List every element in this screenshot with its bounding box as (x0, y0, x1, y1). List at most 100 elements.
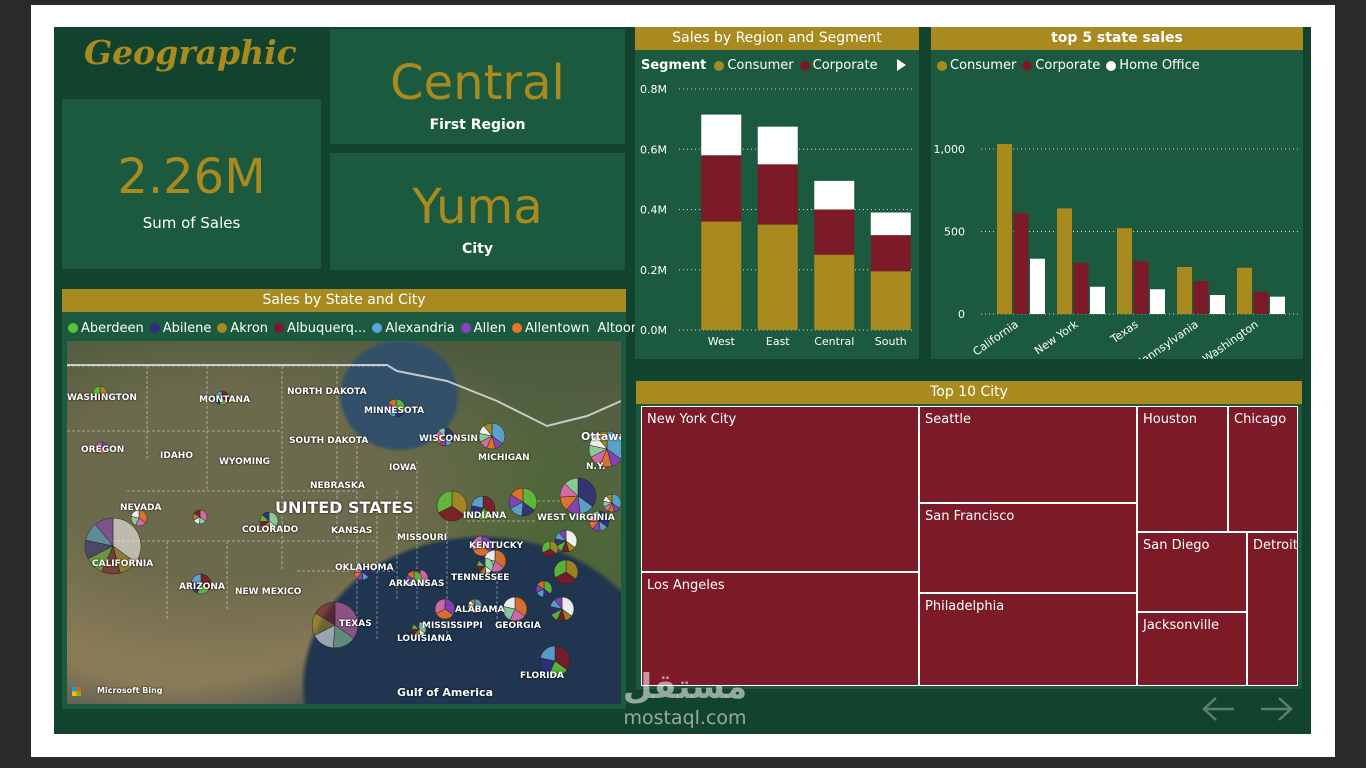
kpi-city-card[interactable]: Yuma City (330, 153, 625, 270)
bar-home-office (1210, 295, 1225, 314)
treemap-area: New York City Los Angeles Seattle San Franc… (641, 406, 1298, 686)
treemap-cell[interactable]: Seattle (919, 406, 1137, 503)
x-tick-label: New York (1032, 317, 1081, 357)
legend-dot-corporate (799, 60, 810, 71)
x-tick-label: Pennsylvania (1134, 318, 1201, 359)
watermark-arabic: مستقل (622, 667, 748, 707)
map-place-label: WYOMING (219, 457, 270, 467)
map-place-label: SOUTH DAKOTA (289, 436, 369, 446)
treemap-cell[interactable]: Jacksonville (1137, 612, 1247, 686)
treemap-cell[interactable]: Chicago (1228, 406, 1298, 532)
bar-consumer (1117, 228, 1132, 314)
map-place-label: IOWA (389, 463, 417, 473)
report-canvas: Geographic 2.26M Sum of Sales Central Fi… (54, 27, 1311, 734)
map-place-label: MICHIGAN (478, 453, 530, 463)
region-chart-title: Sales by Region and Segment (635, 27, 919, 50)
map-legend-dot (217, 323, 228, 333)
treemap-cell[interactable]: Philadelphia (919, 593, 1137, 686)
title-card: Geographic (54, 27, 326, 97)
map-place-label: MISSOURI (397, 533, 448, 543)
bar-home-office (1150, 289, 1165, 314)
bar-corporate (814, 209, 855, 255)
map-legend-dot (149, 323, 160, 333)
legend-dot-consumer (714, 60, 725, 71)
bar-corporate (701, 155, 742, 222)
map-place-label: LOUISIANA (397, 634, 453, 644)
bar-corporate (870, 235, 911, 272)
map-place-label: TEXAS (339, 619, 372, 629)
kpi-sales-card[interactable]: 2.26M Sum of Sales (62, 99, 321, 269)
top-city-treemap-panel[interactable]: Top 10 City New York City Los Angeles Seat… (636, 381, 1302, 689)
map-panel[interactable]: Sales by State and City Aberdeen Abilene A… (62, 289, 663, 709)
bar-home-office (1270, 296, 1285, 314)
map-legend-label: Allentown (525, 320, 590, 336)
y-tick-label: 0.4M (640, 204, 667, 217)
kpi-region-card[interactable]: Central First Region (330, 29, 625, 144)
region-legend-next-arrow-icon[interactable] (897, 59, 906, 71)
bar-consumer (870, 271, 911, 330)
states-chart-title: top 5 state sales (931, 27, 1303, 50)
y-tick-label: 0 (958, 308, 965, 321)
legend-label-consumer: Consumer (727, 58, 794, 73)
map-place-label: CALIFORNIA (92, 559, 154, 569)
treemap-cell[interactable]: Detroit (1247, 532, 1298, 686)
bar-home-office (814, 180, 855, 210)
map-place-label: NORTH DAKOTA (287, 387, 367, 397)
legend-dot-corporate (1022, 60, 1033, 71)
bing-logo: Microsoft Bing (97, 686, 163, 695)
legend-title: Segment (641, 58, 707, 73)
arrow-left-icon[interactable] (1202, 696, 1236, 722)
x-tick-label: South (875, 335, 907, 348)
map-place-label: MONTANA (199, 395, 251, 405)
map-place-label: NEVADA (120, 503, 162, 513)
map-place-label: ARIZONA (179, 582, 225, 592)
map-place-label: UNITED STATES (275, 498, 414, 517)
map-legend-label: Aberdeen (81, 320, 144, 336)
treemap-cell[interactable]: San Francisco (919, 503, 1137, 593)
map-legend-dot (68, 323, 78, 333)
legend-dot-home-office (1106, 60, 1117, 71)
legend-dot-consumer (937, 60, 947, 71)
bar-home-office (1090, 286, 1105, 314)
x-tick-label: Texas (1108, 318, 1141, 347)
bar-home-office (1030, 258, 1045, 314)
treemap-cell[interactable]: Houston (1137, 406, 1228, 532)
legend-label-corporate: Corporate (1035, 58, 1101, 73)
bar-corporate (1073, 262, 1089, 314)
map-legend: Aberdeen Abilene Akron Albuquerq... Alexandr… (62, 319, 663, 337)
map-place-label: IDAHO (160, 451, 193, 461)
map-legend-dot (274, 323, 285, 333)
x-tick-label: California (970, 318, 1020, 359)
y-tick-label: 0.0M (640, 324, 667, 337)
region-chart-legend: Segment Consumer Corporate (641, 58, 878, 73)
legend-label-corporate: Corporate (812, 58, 878, 73)
map-place-label: NEBRASKA (310, 481, 365, 491)
x-tick-label: East (766, 335, 790, 348)
arrow-right-icon[interactable] (1259, 696, 1293, 722)
y-tick-label: 1,000 (934, 143, 966, 156)
top-states-chart-panel[interactable]: top 5 state sales Consumer Corporate Hom… (931, 27, 1303, 359)
map-place-label: KANSAS (331, 526, 373, 536)
map-place-label: COLORADO (242, 525, 299, 535)
map-place-label: Ottawa (581, 430, 621, 443)
map-place-label: KENTUCKY (469, 541, 524, 551)
kpi-region-value: Central (390, 55, 565, 111)
x-tick-label: West (708, 335, 736, 348)
map-place-label: N.Y. (586, 462, 606, 472)
treemap-cell[interactable]: New York City (641, 406, 919, 572)
map-legend-dot (512, 323, 523, 333)
bar-home-office (701, 114, 742, 156)
map-legend-label: Allen (473, 320, 507, 336)
map-area[interactable]: WASHINGTON MONTANA NORTH DAKOTA MINNESOTA SO… (67, 341, 621, 704)
region-segment-chart-panel[interactable]: Sales by Region and Segment Segment Cons… (635, 27, 919, 359)
bar-consumer (701, 221, 742, 330)
kpi-sales-value: 2.26M (117, 149, 266, 205)
map-legend-dot (372, 323, 383, 333)
y-tick-label: 0.8M (640, 83, 667, 96)
map-place-label: MISSISSIPPI (422, 621, 483, 631)
kpi-region-label: First Region (429, 117, 526, 133)
treemap-cell[interactable]: San Diego (1137, 532, 1247, 612)
legend-label-consumer: Consumer (950, 58, 1017, 73)
y-tick-label: 500 (944, 226, 965, 239)
map-place-label: FLORIDA (520, 671, 564, 681)
